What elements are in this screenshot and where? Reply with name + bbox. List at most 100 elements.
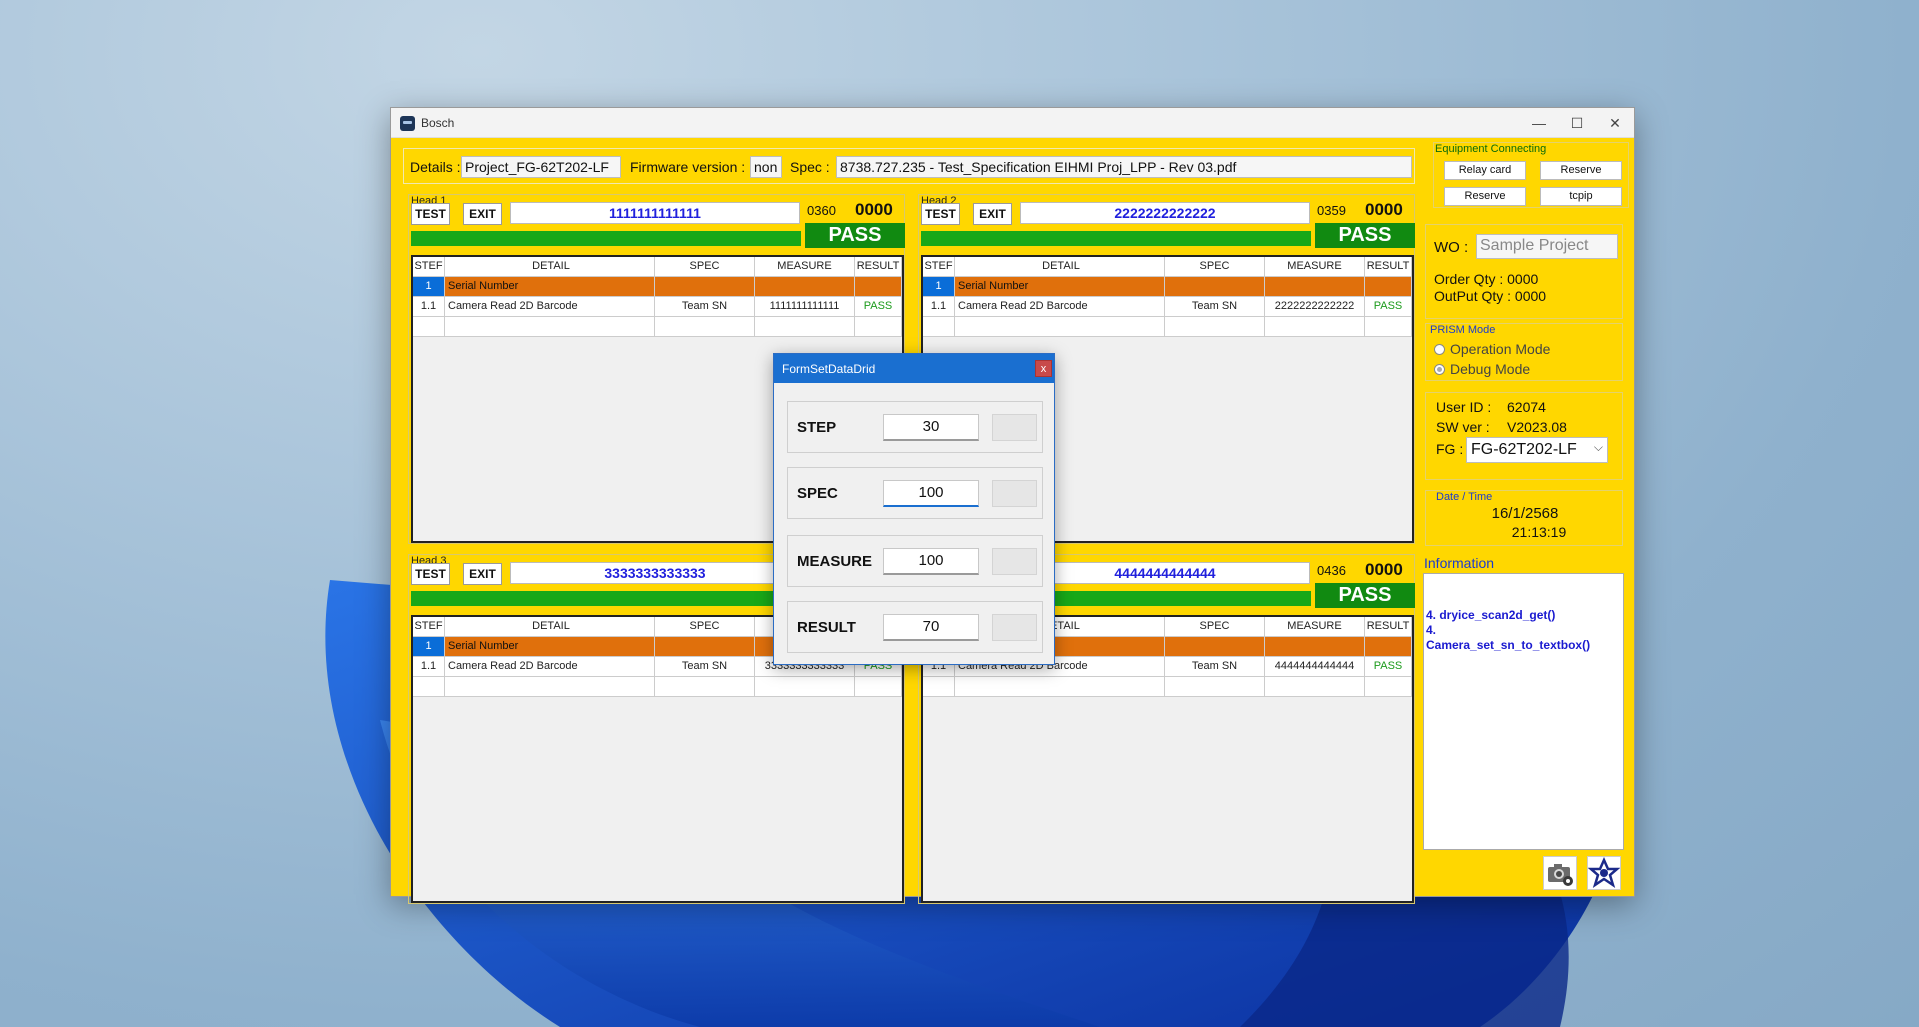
measure-input[interactable]: 100 (883, 548, 979, 575)
cell-step[interactable]: 1 (413, 637, 445, 657)
exit-button[interactable]: EXIT (973, 203, 1012, 225)
spec-aux-box[interactable] (992, 480, 1037, 507)
cell-detail[interactable]: Serial Number (445, 637, 655, 657)
cell-measure[interactable] (1265, 277, 1365, 297)
exit-button[interactable]: EXIT (463, 203, 502, 225)
serial-number-field[interactable]: 4444444444444 (1020, 562, 1310, 584)
col-step[interactable]: STEF (413, 617, 445, 637)
wo-input[interactable]: Sample Project (1476, 234, 1618, 259)
col-step[interactable]: STEF (413, 257, 445, 277)
debug-mode-radio[interactable] (1434, 364, 1445, 375)
test-button[interactable]: TEST (921, 203, 960, 225)
cell-detail[interactable]: Camera Read 2D Barcode (445, 297, 655, 317)
col-spec[interactable]: SPEC (1165, 257, 1265, 277)
serial-number-field[interactable]: 2222222222222 (1020, 202, 1310, 224)
cell-detail[interactable]: Serial Number (955, 277, 1165, 297)
col-detail[interactable]: DETAIL (955, 257, 1165, 277)
cell-step[interactable]: 1 (923, 277, 955, 297)
operation-mode-radio[interactable] (1434, 344, 1445, 355)
details-field[interactable]: Project_FG-62T202-LF (461, 156, 621, 178)
col-measure[interactable]: MEASURE (1265, 617, 1365, 637)
cell-result[interactable] (1365, 277, 1412, 297)
exit-button[interactable]: EXIT (463, 563, 502, 585)
step-input[interactable]: 30 (883, 414, 979, 441)
cell-step[interactable]: 1.1 (413, 657, 445, 677)
cell-detail[interactable]: Camera Read 2D Barcode (955, 297, 1165, 317)
table-row-empty[interactable] (413, 317, 902, 337)
measure-aux-box[interactable] (992, 548, 1037, 575)
cell-detail[interactable]: Serial Number (445, 277, 655, 297)
col-step[interactable]: STEF (923, 257, 955, 277)
table-row-empty[interactable] (923, 317, 1412, 337)
maximize-button[interactable]: ☐ (1559, 111, 1595, 135)
cell-spec[interactable]: Team SN (655, 297, 755, 317)
reserve-button-2[interactable]: Reserve (1444, 187, 1526, 206)
cell-step[interactable]: 1 (413, 277, 445, 297)
cell-spec[interactable]: Team SN (655, 657, 755, 677)
serial-number-field[interactable]: 1111111111111 (510, 202, 800, 224)
spec-field[interactable]: 8738.727.235 - Test_Specification EIHMI … (836, 156, 1412, 178)
col-result[interactable]: RESULT (1365, 617, 1412, 637)
cell-measure[interactable]: 2222222222222 (1265, 297, 1365, 317)
cell-spec[interactable]: Team SN (1165, 297, 1265, 317)
dialog-title-bar: FormSetDataDrid x (774, 354, 1054, 383)
test-button[interactable]: TEST (411, 203, 450, 225)
table-row-empty[interactable] (923, 677, 1412, 697)
step-aux-box[interactable] (992, 414, 1037, 441)
spec-group: SPEC 100 (787, 467, 1043, 519)
firmware-field[interactable]: non (750, 156, 782, 178)
col-result[interactable]: RESULT (1365, 257, 1412, 277)
col-spec[interactable]: SPEC (655, 617, 755, 637)
cell-spec[interactable] (655, 637, 755, 657)
debug-mode-label[interactable]: Debug Mode (1450, 361, 1530, 377)
camera-settings-button[interactable] (1543, 856, 1577, 890)
result-input[interactable]: 70 (883, 614, 979, 641)
dialog-close-button[interactable]: x (1035, 360, 1052, 377)
details-row: Details : Project_FG-62T202-LF Firmware … (403, 148, 1415, 184)
close-button[interactable]: ✕ (1597, 111, 1633, 135)
cell-measure[interactable]: 4444444444444 (1265, 657, 1365, 677)
cell-result[interactable]: PASS (1365, 657, 1412, 677)
cell-step[interactable]: 1.1 (413, 297, 445, 317)
fg-select[interactable]: FG-62T202-LF ⌵ (1466, 437, 1608, 463)
test-button[interactable]: TEST (411, 563, 450, 585)
table-row[interactable]: 1 Serial Number (413, 277, 902, 297)
cell-result[interactable]: PASS (855, 297, 902, 317)
col-detail[interactable]: DETAIL (445, 257, 655, 277)
reserve-button-1[interactable]: Reserve (1540, 161, 1622, 180)
col-measure[interactable]: MEASURE (755, 257, 855, 277)
table-row[interactable]: 1.1 Camera Read 2D Barcode Team SN 22222… (923, 297, 1412, 317)
cell-spec[interactable]: Team SN (1165, 657, 1265, 677)
cell-step[interactable]: 1.1 (923, 297, 955, 317)
settings-button[interactable] (1587, 856, 1621, 890)
col-detail[interactable]: DETAIL (445, 617, 655, 637)
datetime-group: Date / Time 16/1/2568 21:13:19 (1425, 490, 1623, 546)
cell-measure[interactable] (755, 277, 855, 297)
dialog-title: FormSetDataDrid (782, 362, 876, 376)
cell-measure[interactable]: 1111111111111 (755, 297, 855, 317)
cell-result[interactable] (1365, 637, 1412, 657)
serial-number-field[interactable]: 3333333333333 (510, 562, 800, 584)
result-aux-box[interactable] (992, 614, 1037, 641)
col-spec[interactable]: SPEC (655, 257, 755, 277)
cell-spec[interactable] (1165, 637, 1265, 657)
spec-input[interactable]: 100 (883, 480, 979, 507)
minimize-button[interactable]: — (1521, 111, 1557, 135)
col-spec[interactable]: SPEC (1165, 617, 1265, 637)
col-result[interactable]: RESULT (855, 257, 902, 277)
table-row-empty[interactable] (413, 677, 902, 697)
cell-result[interactable] (855, 277, 902, 297)
cell-measure[interactable] (1265, 637, 1365, 657)
operation-mode-label[interactable]: Operation Mode (1450, 341, 1550, 357)
cell-spec[interactable] (655, 277, 755, 297)
relay-card-button[interactable]: Relay card (1444, 161, 1526, 180)
tcpip-button[interactable]: tcpip (1540, 187, 1622, 206)
cell-detail[interactable]: Camera Read 2D Barcode (445, 657, 655, 677)
cell-result[interactable]: PASS (1365, 297, 1412, 317)
table-row[interactable]: 1 Serial Number (923, 277, 1412, 297)
information-panel[interactable]: 4. dryice_scan2d_get() 4. Camera_set_sn_… (1423, 573, 1624, 850)
user-id-value: 62074 (1507, 399, 1546, 415)
cell-spec[interactable] (1165, 277, 1265, 297)
col-measure[interactable]: MEASURE (1265, 257, 1365, 277)
table-row[interactable]: 1.1 Camera Read 2D Barcode Team SN 11111… (413, 297, 902, 317)
